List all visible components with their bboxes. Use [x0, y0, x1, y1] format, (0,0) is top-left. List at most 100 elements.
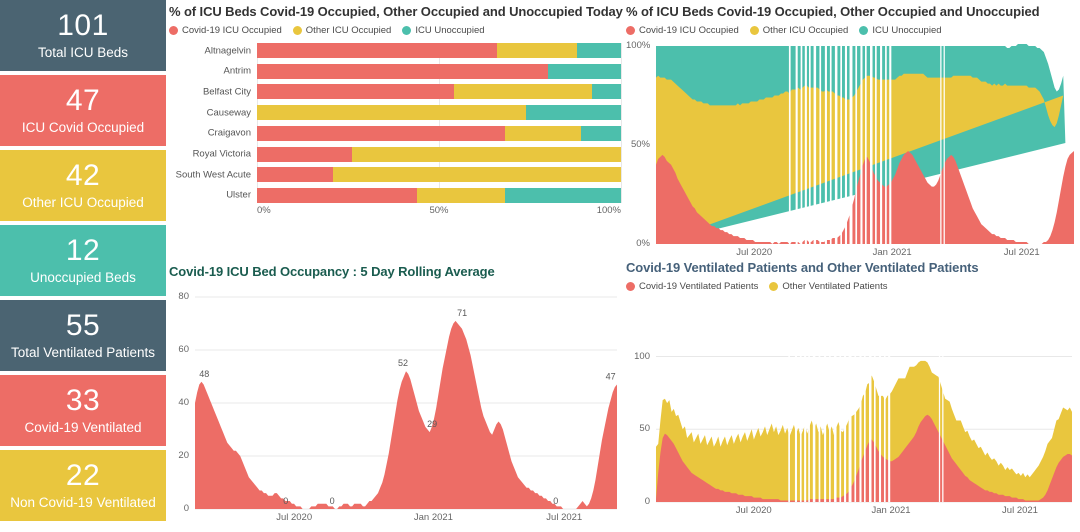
x-tick-label: Jul 2020 [735, 505, 772, 516]
x-tick-label: 50% [429, 205, 449, 216]
x-tick-label: Jul 2020 [276, 512, 313, 523]
kpi-card-0[interactable]: 101 Total ICU Beds [0, 0, 166, 71]
data-point-label: 47 [606, 371, 616, 381]
bar-segment[interactable] [417, 187, 505, 203]
bar-segment[interactable] [577, 43, 621, 58]
bar-row[interactable]: Royal Victoria [193, 146, 621, 162]
bar-category-label: South West Acute [175, 169, 251, 181]
legend-item-2[interactable]: ICU Unoccupied [859, 25, 942, 36]
panel-icu-pct-timeseries: % of ICU Beds Covid-19 Occupied, Other O… [626, 4, 1076, 259]
kpi-card-5[interactable]: 33 Covid-19 Ventilated [0, 375, 166, 446]
bar-row[interactable]: Altnagelvin [205, 43, 621, 58]
panel-title-icu-beds-today: % of ICU Beds Covid-19 Occupied, Other O… [169, 4, 623, 19]
kpi-value: 47 [65, 84, 101, 118]
bar-segment[interactable] [257, 146, 352, 162]
bar-segment[interactable] [257, 63, 549, 79]
bar-row[interactable]: South West Acute [176, 167, 621, 183]
hbar-chart: Altnagelvin Antrim Belfast City Causeway Cra… [169, 43, 622, 217]
data-point-label: 0 [283, 496, 288, 506]
y-tick-label: 0 [644, 496, 650, 507]
legend-item-1[interactable]: Other ICU Occupied [292, 25, 392, 36]
kpi-card-4[interactable]: 55 Total Ventilated Patients [0, 300, 166, 371]
kpi-card-6[interactable]: 22 Non Covid-19 Ventilated [0, 450, 166, 521]
data-point-label: 48 [199, 369, 209, 379]
panel-title-rolling-average: Covid-19 ICU Bed Occupancy : 5 Day Rolli… [169, 264, 495, 279]
bar-category-label: Antrim [223, 65, 251, 77]
legend-icu-beds-today: Covid-19 ICU Occupied Other ICU Occupied I… [169, 25, 621, 36]
bar-segment[interactable] [333, 167, 621, 183]
kpi-label: Non Covid-19 Ventilated [10, 494, 156, 510]
legend-item-1[interactable]: Other Ventilated Patients [769, 281, 887, 292]
panel-title-icu-pct-timeseries: % of ICU Beds Covid-19 Occupied, Other O… [626, 4, 1040, 19]
y-tick-label: 0 [183, 503, 189, 514]
bar-category-label: Altnagelvin [204, 45, 251, 56]
ventilated-patients-chart: 0 50 100 Jul 2020 Jan 2021 Jul 2021 [626, 298, 1074, 520]
bar-segment[interactable] [526, 105, 621, 121]
bar-segment[interactable] [591, 84, 621, 100]
kpi-value: 55 [65, 309, 101, 343]
bar-category-label: Belfast City [202, 86, 251, 98]
legend-label: ICU Unoccupied [415, 25, 485, 36]
kpi-card-3[interactable]: 12 Unoccupied Beds [0, 225, 166, 296]
kpi-label: Other ICU Occupied [22, 194, 144, 210]
bar-row[interactable]: Causeway [207, 105, 621, 121]
legend-item-1[interactable]: Other ICU Occupied [749, 25, 848, 36]
x-tick-label: Jul 2021 [546, 512, 583, 523]
bar-segment[interactable] [257, 43, 498, 58]
y-tick-label: 80 [178, 291, 189, 302]
legend-label: ICU Unoccupied [872, 25, 942, 36]
kpi-label: Total ICU Beds [37, 44, 129, 60]
y-tick-label: 20 [178, 450, 189, 461]
bar-segment[interactable] [580, 125, 621, 141]
bar-segment[interactable] [257, 105, 527, 121]
legend-label: Other Ventilated Patients [782, 281, 888, 292]
kpi-label: Unoccupied Beds [30, 269, 136, 285]
legend-label: Other ICU Occupied [305, 25, 392, 36]
y-tick-label: 100 [634, 350, 650, 362]
legend-icu-pct-timeseries: Covid-19 ICU Occupied Other ICU Occupied I… [626, 25, 1076, 36]
data-point-label: 0 [553, 496, 558, 506]
kpi-value: 12 [65, 234, 101, 268]
data-point-label: 29 [427, 419, 437, 429]
legend-item-2[interactable]: ICU Unoccupied [402, 25, 485, 36]
legend-swatch-icon [626, 282, 635, 291]
legend-item-0[interactable]: Covid-19 Ventilated Patients [626, 281, 758, 292]
bar-segment[interactable] [351, 146, 621, 162]
legend-label: Covid-19 ICU Occupied [182, 25, 282, 36]
y-tick-label: 40 [178, 397, 189, 408]
x-tick-label: Jul 2021 [1002, 505, 1038, 516]
bar-segment[interactable] [548, 63, 621, 79]
bar-segment[interactable] [257, 84, 454, 100]
bar-row[interactable]: Ulster [226, 187, 621, 203]
bar-segment[interactable] [504, 125, 581, 141]
kpi-value: 33 [65, 384, 101, 418]
bar-row[interactable]: Craigavon [208, 125, 621, 141]
kpi-card-1[interactable]: 47 ICU Covid Occupied [0, 75, 166, 146]
legend-swatch-icon [769, 282, 779, 291]
bar-row[interactable]: Antrim [224, 63, 621, 79]
kpi-label: Total Ventilated Patients [10, 344, 156, 360]
panel-rolling-average: Covid-19 ICU Bed Occupancy : 5 Day Rolli… [169, 264, 621, 529]
kpi-column: 101 Total ICU Beds 47 ICU Covid Occupied 42 O… [0, 0, 166, 531]
series-area[interactable] [195, 320, 617, 509]
x-tick-label: 0% [257, 205, 271, 216]
bar-segment[interactable] [257, 167, 334, 183]
kpi-card-2[interactable]: 42 Other ICU Occupied [0, 150, 166, 221]
kpi-value: 22 [65, 459, 101, 493]
legend-ventilated-patients: Covid-19 Ventilated Patients Other Ventil… [626, 281, 1076, 292]
legend-item-0[interactable]: Covid-19 ICU Occupied [626, 25, 739, 36]
bar-segment[interactable] [257, 125, 505, 141]
bar-segment[interactable] [497, 43, 578, 58]
rolling-average-chart: 48 0 0 52 29 71 0 47 0 20 40 60 80 Jul 2020 Jan 2021 Ju… [169, 285, 619, 527]
y-tick-label: 60 [178, 344, 189, 355]
bar-segment[interactable] [504, 187, 621, 203]
bar-category-label: Ulster [226, 189, 251, 201]
legend-item-0[interactable]: Covid-19 ICU Occupied [169, 25, 282, 36]
bar-segment[interactable] [257, 187, 418, 203]
bar-row[interactable]: Belfast City [203, 84, 621, 100]
bar-segment[interactable] [453, 84, 592, 100]
data-point-label: 71 [457, 308, 467, 318]
kpi-label: Covid-19 Ventilated [24, 419, 142, 435]
bar-category-label: Royal Victoria [192, 148, 251, 160]
panel-icu-beds-today: % of ICU Beds Covid-19 Occupied, Other O… [169, 4, 623, 259]
